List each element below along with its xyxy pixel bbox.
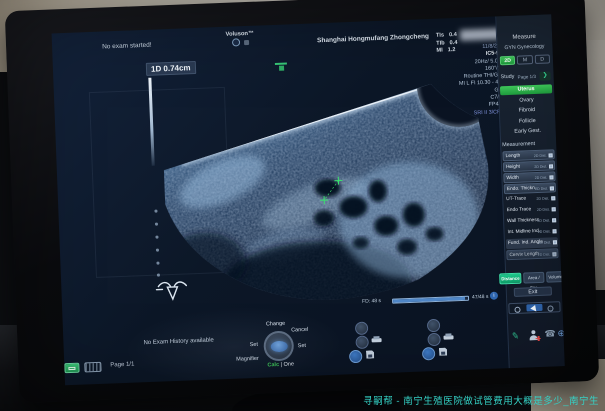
softkey-p6[interactable]: [422, 347, 435, 360]
probe-orientation-icon: [275, 62, 287, 71]
checkbox[interactable]: [549, 164, 553, 168]
study-next-page-button[interactable]: ❯: [539, 71, 550, 80]
ultrasound-image[interactable]: [159, 71, 508, 319]
checkbox[interactable]: [552, 229, 556, 233]
printer-icon: [371, 336, 381, 343]
ring-icon: [547, 305, 553, 311]
measurement-row-length[interactable]: Length2D Dist.: [502, 149, 554, 161]
tgc-dot[interactable]: [156, 249, 159, 252]
mode-tabs: 2D M D: [500, 54, 550, 65]
keyboard-icon[interactable]: [84, 362, 101, 373]
uterus-bodymark-icon: [155, 277, 190, 302]
area-circ-button[interactable]: Area / Circ.: [523, 272, 544, 284]
checkbox[interactable]: [552, 252, 556, 256]
study-item-follicle[interactable]: Follicle: [501, 116, 553, 127]
phone-icon[interactable]: ☎: [544, 328, 556, 339]
checkbox[interactable]: [553, 240, 557, 244]
softkey-p4[interactable]: [427, 319, 440, 332]
checkbox[interactable]: [552, 218, 556, 222]
checkbox[interactable]: [552, 207, 556, 211]
tgc-dot[interactable]: [157, 274, 160, 277]
study-page-indicator: Page 1/3: [518, 74, 537, 80]
cursor-toggle[interactable]: [527, 304, 543, 312]
measurement-row-fund-ind-angle[interactable]: Fund. Ind. Angle2D Dist.: [506, 237, 558, 249]
distance-measurement-readout: 1D 0.74cm: [146, 61, 196, 76]
tab-m[interactable]: M: [517, 55, 533, 65]
measurement-row-wall-thickness[interactable]: Wall Thickness2D Dist.: [505, 215, 557, 227]
measurement-row-cervix-length[interactable]: Cervix Length2D Dist.: [506, 248, 558, 260]
distance-button[interactable]: Distance: [499, 273, 521, 285]
cine-time-label: FD: 48 s: [362, 298, 381, 305]
network-icon[interactable]: ⊕: [557, 328, 564, 339]
measurement-row-ut-trace[interactable]: UT-Trace2D Dist.: [504, 193, 556, 205]
measurement-row-height[interactable]: Height2D Dist.: [503, 160, 555, 172]
ultrasound-monitor: No exam started! Voluson™ Shanghai Hongm…: [5, 0, 600, 403]
study-label: Study: [500, 74, 514, 81]
page-indicator: Page 1/1: [110, 362, 134, 369]
measurement-row-endo-trace[interactable]: Endo Trace2D Dist.: [505, 204, 557, 216]
ring-toggle[interactable]: [543, 303, 559, 311]
trackball-magnifier-label: Magnifier: [236, 356, 259, 363]
photo-watermark: 寻嗣帮 - 南宁生殖医院做试管费用大概是多少_南宁生: [363, 393, 599, 407]
printer-icon: [443, 333, 453, 340]
study-item-ovary[interactable]: Ovary: [500, 95, 552, 106]
pointer-toggle-row: [508, 301, 560, 314]
status-chip-icon[interactable]: [64, 363, 79, 374]
clock-toggle[interactable]: [510, 304, 526, 312]
tab-d[interactable]: D: [534, 54, 550, 64]
cursor-icon: [531, 305, 539, 313]
volume-button[interactable]: Volume: [546, 271, 563, 283]
softkey-p2[interactable]: [355, 336, 368, 349]
tgc-dot[interactable]: [155, 236, 158, 239]
tgc-dot[interactable]: [155, 223, 158, 226]
study-item-fibroid[interactable]: Fibroid: [501, 105, 553, 116]
softkey-p5[interactable]: [427, 333, 440, 346]
tgc-dot[interactable]: [154, 210, 157, 213]
patient-icon[interactable]: [528, 330, 538, 340]
checkbox[interactable]: [549, 153, 553, 157]
clock-icon: [514, 306, 520, 312]
ultrasound-screen: No exam started! Voluson™ Shanghai Hongm…: [52, 14, 565, 385]
tgc-dot[interactable]: [156, 262, 159, 265]
measurement-section-label: Measurement: [502, 141, 535, 148]
annotate-pencil-icon[interactable]: ✎: [511, 330, 520, 342]
status-message: No exam started!: [102, 42, 152, 51]
trackball-set-right-label: Set: [298, 343, 306, 349]
checkbox[interactable]: [551, 196, 555, 200]
trackball-cancel-label: Cancel: [291, 327, 308, 334]
study-row: Study Page 1/3 ❯: [500, 71, 550, 82]
exam-history-note: No Exam History available: [143, 337, 214, 346]
trackball-set-left-label: Set: [250, 342, 258, 348]
photo-scene: No exam started! Voluson™ Shanghai Hongm…: [0, 0, 605, 411]
measurement-row-endo-thickn[interactable]: Endo. Thickn.2D Dist.: [504, 182, 556, 194]
trackball-calc-label: Calc | One: [267, 361, 294, 368]
exit-button[interactable]: Exit: [514, 286, 552, 296]
checkbox[interactable]: [550, 186, 554, 190]
checkbox[interactable]: [549, 175, 553, 179]
measurement-row-int-midline-ind[interactable]: Int. Midline Ind.2D Dist.: [505, 226, 557, 238]
study-list: Uterus Ovary Fibroid Follicle Early Gest…: [500, 84, 554, 137]
study-item-uterus[interactable]: Uterus: [500, 84, 552, 95]
tis-label: TIs: [436, 32, 444, 38]
tab-2d[interactable]: 2D: [500, 56, 516, 66]
softkey-p1[interactable]: [355, 322, 368, 335]
softkey-p3[interactable]: [349, 350, 362, 363]
trackball-change-label: Change: [266, 321, 285, 328]
measurement-row-width[interactable]: Width2D Dist.: [503, 171, 555, 183]
save-disk-icon: [439, 348, 447, 356]
cine-frame-label: 47/48 s: [472, 294, 489, 301]
measurement-list: Length2D Dist. Height2D Dist. Width2D Di…: [502, 149, 558, 260]
save-disk-icon: [366, 350, 374, 358]
